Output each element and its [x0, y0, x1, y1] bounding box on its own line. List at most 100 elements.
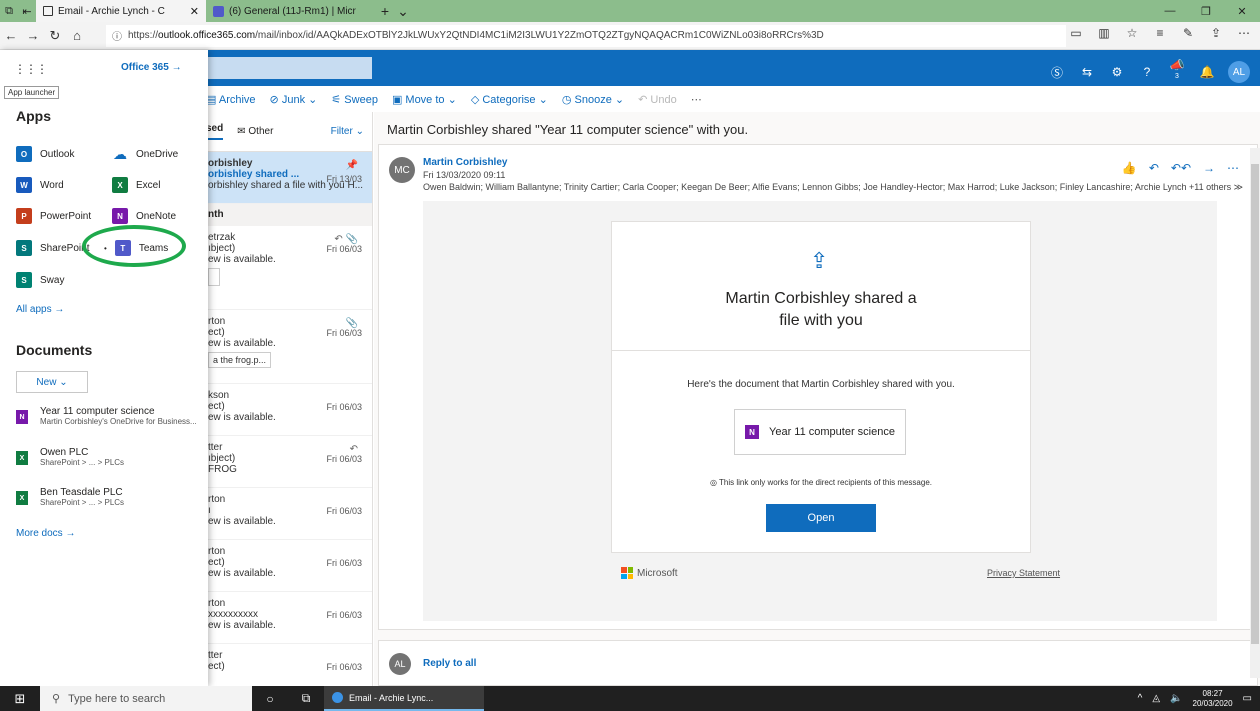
privacy-statement-link[interactable]: Privacy Statement: [987, 568, 1060, 578]
windows-start-icon[interactable]: ⊞: [0, 691, 40, 707]
filter-button[interactable]: Filter ⌄: [331, 126, 364, 137]
megaphone-icon[interactable]: 📣3: [1168, 58, 1186, 86]
office365-link[interactable]: Office 365 →: [121, 62, 182, 73]
list-item[interactable]: rton ı ew is available. Fri 06/03: [190, 488, 372, 540]
network-icon[interactable]: ◬: [1152, 693, 1160, 704]
like-icon[interactable]: 👍: [1122, 161, 1137, 175]
bell-icon[interactable]: 🔔: [1198, 65, 1216, 79]
recent-doc[interactable]: X Ben Teasdale PLC SharePoint > ... > PLC…: [16, 487, 124, 507]
expand-recipients-icon[interactable]: ≫: [1234, 182, 1243, 192]
msg-date: Fri 06/03: [326, 610, 362, 620]
tab-teams[interactable]: (6) General (11J-Rm1) | Micr: [206, 0, 376, 22]
tab-email[interactable]: Email - Archie Lynch - C ✕: [36, 0, 206, 22]
app-excel[interactable]: X Excel: [112, 177, 160, 193]
app-sharepoint[interactable]: S SharePoint: [16, 240, 89, 256]
new-tab-icon[interactable]: +: [376, 3, 394, 19]
set-tabs-aside-icon[interactable]: ⇤: [18, 0, 36, 22]
refresh-icon[interactable]: ↻: [44, 28, 66, 44]
clock[interactable]: 08:27 20/03/2020: [1193, 689, 1233, 709]
more-actions-icon[interactable]: ⋯: [1227, 161, 1239, 175]
new-document-button[interactable]: New ⌄: [16, 371, 88, 393]
help-icon[interactable]: ?: [1138, 65, 1156, 79]
waffle-icon[interactable]: ⋮⋮⋮: [14, 62, 48, 76]
attachment-chip[interactable]: a the frog.p...: [208, 352, 272, 368]
list-item[interactable]: rton ect) ew is available. Fri 06/03: [190, 540, 372, 592]
list-item[interactable]: tter ıbject) FROG ↶ Fri 06/03: [190, 436, 372, 488]
list-item[interactable]: tter ect) Fri 06/03: [190, 644, 372, 686]
junk-button[interactable]: ⊘ Junk ⌄: [270, 93, 318, 106]
sweep-button[interactable]: ⚟ Sweep: [331, 93, 378, 106]
forward-icon[interactable]: →: [22, 28, 44, 43]
onedrive-cloud-icon: ☁: [113, 145, 127, 162]
shared-document-link[interactable]: N Year 11 computer science: [734, 409, 906, 455]
tray-chevron-icon[interactable]: ^: [1138, 693, 1143, 704]
cortana-icon[interactable]: ○: [252, 692, 288, 706]
teams-icon[interactable]: ⇆: [1078, 65, 1096, 79]
list-item[interactable]: kson ect) ew is available. Fri 06/03: [190, 384, 372, 436]
sender-name[interactable]: Martin Corbishley: [423, 157, 507, 168]
msg-date: Fri 06/03: [326, 662, 362, 672]
recent-doc[interactable]: X Owen PLC SharePoint > ... > PLCs: [16, 447, 124, 467]
close-window-icon[interactable]: ✕: [1224, 0, 1260, 22]
recipients-line[interactable]: Owen Baldwin; William Ballantyne; Trinit…: [423, 182, 1243, 193]
sender-avatar[interactable]: MC: [389, 157, 415, 183]
site-info-icon[interactable]: ⓘ: [112, 28, 122, 43]
tab-other[interactable]: ✉ Other: [237, 126, 273, 137]
more-icon[interactable]: ⋯: [1236, 26, 1252, 40]
reply-all-link[interactable]: Reply to all: [423, 658, 476, 669]
pen-icon[interactable]: ✎: [1180, 26, 1196, 40]
home-icon[interactable]: ⌂: [66, 28, 88, 43]
attachment-chip[interactable]: [208, 268, 220, 286]
favorites-hub-icon[interactable]: ≡: [1152, 26, 1168, 40]
immersive-reader-icon[interactable]: ▥: [1096, 26, 1112, 40]
task-view-icon[interactable]: ⧉: [288, 691, 324, 706]
search-input[interactable]: [190, 57, 372, 79]
list-item[interactable]: rton xxxxxxxxxx ew is available. Fri 06/…: [190, 592, 372, 644]
list-item[interactable]: rton ect) ew is available. a the frog.p.…: [190, 310, 372, 384]
account-avatar[interactable]: AL: [1228, 61, 1250, 83]
forward-icon[interactable]: →: [1203, 161, 1215, 175]
app-powerpoint[interactable]: P PowerPoint: [16, 208, 91, 224]
more-docs-link[interactable]: More docs →: [16, 528, 75, 539]
taskbar-search-input[interactable]: ⚲ Type here to search: [40, 686, 252, 711]
url-field[interactable]: ⓘ https://outlook.office365.com/mail/inb…: [106, 24, 1066, 47]
more-commands-icon[interactable]: ⋯: [691, 93, 702, 106]
app-onenote[interactable]: N OneNote: [112, 208, 176, 224]
tab-list-chevron-icon[interactable]: ⌄: [394, 3, 412, 20]
window-controls: — ❐ ✕: [1152, 0, 1260, 22]
tab-actions-icon[interactable]: ⧉: [0, 0, 18, 22]
notifications-icon[interactable]: ▭: [1243, 693, 1252, 704]
favorite-star-icon[interactable]: ☆: [1124, 26, 1140, 40]
move-to-button[interactable]: ▣ Move to ⌄: [392, 93, 457, 106]
reply-all-icon[interactable]: ↶↶: [1171, 161, 1191, 175]
archive-button[interactable]: ▤ Archive: [206, 93, 256, 106]
undo-button[interactable]: ↶ Undo: [638, 93, 677, 106]
close-tab-icon[interactable]: ✕: [190, 5, 199, 18]
skype-icon[interactable]: Ⓢ: [1048, 64, 1066, 81]
volume-icon[interactable]: 🔈: [1170, 693, 1182, 704]
recent-doc[interactable]: N Year 11 computer science Martin Corbish…: [16, 406, 197, 426]
tab-teams-label: (6) General (11J-Rm1) | Micr: [229, 5, 356, 17]
scrollbar-thumb[interactable]: [1251, 164, 1259, 644]
share-icon[interactable]: ⇪: [1208, 26, 1224, 40]
taskbar-edge-app[interactable]: Email - Archie Lync...: [324, 686, 484, 711]
app-word[interactable]: W Word: [16, 177, 64, 193]
categorise-button[interactable]: ◇ Categorise ⌄: [471, 93, 548, 106]
restore-icon[interactable]: ❐: [1188, 0, 1224, 22]
reading-view-icon[interactable]: ▭: [1068, 26, 1084, 40]
clock-icon: ◷: [561, 93, 572, 106]
list-item[interactable]: etrzak ıbject) ew is available. ↶ 📎 Fri …: [190, 226, 372, 310]
reply-icon[interactable]: ↶: [1149, 161, 1159, 175]
tab-focused[interactable]: sed: [206, 123, 224, 140]
app-onedrive[interactable]: ☁ OneDrive: [112, 146, 178, 162]
pin-icon[interactable]: 📌: [346, 160, 358, 171]
snooze-button[interactable]: ◷ Snooze ⌄: [562, 93, 624, 106]
minimize-icon[interactable]: —: [1152, 0, 1188, 22]
app-outlook[interactable]: O Outlook: [16, 146, 74, 162]
settings-gear-icon[interactable]: ⚙: [1108, 65, 1126, 79]
open-button[interactable]: Open: [766, 504, 876, 532]
back-icon[interactable]: ←: [0, 28, 22, 43]
app-sway[interactable]: S Sway: [16, 272, 64, 288]
list-item-selected[interactable]: orbishley orbishley shared ... orbishley…: [190, 152, 372, 204]
all-apps-link[interactable]: All apps →: [16, 304, 64, 315]
